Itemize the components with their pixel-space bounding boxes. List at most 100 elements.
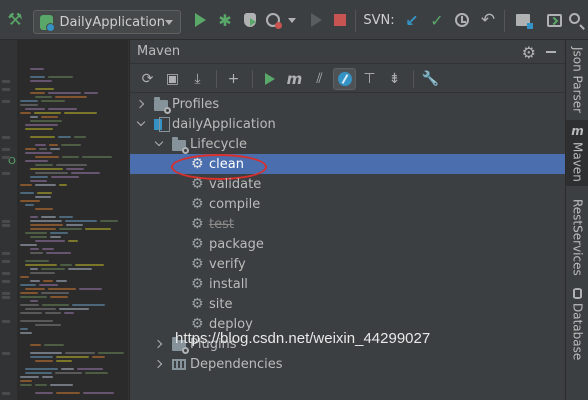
phase-label: validate xyxy=(209,176,262,192)
terminal-button[interactable] xyxy=(544,0,564,40)
gutter-line xyxy=(2,392,10,395)
coverage-icon xyxy=(244,13,256,27)
project-structure-button[interactable] xyxy=(512,0,534,40)
more-run-options-button[interactable] xyxy=(286,0,298,40)
code-line xyxy=(42,304,69,306)
tool-tab-label: RestServices xyxy=(570,198,585,276)
code-line xyxy=(35,360,53,362)
show-dependencies-button[interactable]: ⊤ xyxy=(358,68,381,90)
gear-icon: ⚙ xyxy=(191,276,204,292)
code-line xyxy=(35,384,47,386)
hammer-icon[interactable]: ⚒ xyxy=(4,0,26,40)
toggle-offline-mode-button[interactable]: ⫽ xyxy=(308,68,331,90)
code-line xyxy=(25,124,58,126)
code-line xyxy=(20,384,32,386)
code-line xyxy=(39,284,58,286)
lifecycle-phase-package[interactable]: ⚙ package xyxy=(130,234,566,254)
code-line xyxy=(25,108,45,110)
code-line xyxy=(30,168,63,170)
run-configuration-selector[interactable]: DailyApplication xyxy=(33,10,181,34)
lifecycle-phase-validate[interactable]: ⚙ validate xyxy=(130,174,566,194)
search-everywhere-button[interactable] xyxy=(566,0,586,40)
code-line xyxy=(39,148,47,150)
code-line xyxy=(92,356,105,358)
run-button[interactable] xyxy=(190,0,210,40)
code-line xyxy=(35,392,53,394)
tool-tab-rest-services[interactable]: RestServices xyxy=(566,192,588,282)
code-line xyxy=(20,192,34,194)
code-line xyxy=(25,368,58,370)
svn-history-button[interactable] xyxy=(452,0,472,40)
code-line xyxy=(35,172,68,174)
tool-tab-maven[interactable]: m Maven xyxy=(566,120,588,186)
code-line xyxy=(20,380,32,382)
gutter-line xyxy=(2,280,10,283)
run-maven-build-button[interactable] xyxy=(258,68,281,90)
tool-tab-json-parser[interactable]: Json Parser xyxy=(566,40,588,120)
code-line xyxy=(30,92,45,94)
svn-update-button[interactable]: ↙ xyxy=(402,0,422,40)
chevron-down-icon xyxy=(136,117,146,127)
profiler-icon xyxy=(266,13,282,29)
checkmark-icon: ✓ xyxy=(430,10,444,30)
code-line xyxy=(56,280,67,282)
code-line xyxy=(35,164,53,166)
generate-sources-button[interactable]: ▣ xyxy=(161,68,184,90)
code-line xyxy=(51,176,79,178)
code-line xyxy=(20,328,28,330)
phase-label: package xyxy=(209,236,264,252)
toolbar-separator xyxy=(413,69,414,88)
svn-commit-button[interactable]: ✓ xyxy=(427,0,447,40)
collapse-all-button[interactable]: ⇟ xyxy=(383,68,406,90)
minimize-icon[interactable] xyxy=(546,51,556,53)
code-line xyxy=(25,308,56,310)
code-line xyxy=(64,312,74,314)
code-line xyxy=(25,264,57,266)
code-line xyxy=(25,160,48,162)
lifecycle-phase-test[interactable]: ⚙ test xyxy=(130,214,566,234)
project-structure-icon xyxy=(516,14,533,29)
gear-icon[interactable]: ⚙ xyxy=(522,43,536,62)
code-line xyxy=(71,172,100,174)
code-line xyxy=(50,236,61,238)
maven-settings-button[interactable]: 🔧 xyxy=(419,68,442,90)
code-line xyxy=(37,192,52,194)
code-line xyxy=(35,156,59,158)
code-line xyxy=(20,184,32,186)
run-with-coverage-button[interactable] xyxy=(240,0,260,40)
code-line xyxy=(41,268,65,270)
code-line xyxy=(20,304,39,306)
svn-rollback-button[interactable]: ↶ xyxy=(478,0,498,40)
skip-tests-button[interactable] xyxy=(333,67,356,90)
reload-all-projects-button[interactable]: ⟳ xyxy=(136,68,159,90)
lifecycle-phase-install[interactable]: ⚙ install xyxy=(130,274,566,294)
tree-node-lifecycle[interactable]: Lifecycle xyxy=(130,134,566,154)
plus-icon: + xyxy=(227,70,240,87)
code-editor[interactable]: O xyxy=(0,40,129,400)
code-line xyxy=(30,120,62,122)
stop-button[interactable] xyxy=(331,0,349,40)
download-sources-button[interactable]: ⤓ xyxy=(186,68,209,90)
clock-icon xyxy=(455,13,469,27)
main-toolbar: ⚒ DailyApplication ✱ SVN: ↙ ✓ ↶ xyxy=(0,0,588,40)
rerun-button[interactable] xyxy=(307,0,325,40)
code-line xyxy=(85,372,108,374)
debug-button[interactable]: ✱ xyxy=(214,0,236,40)
lifecycle-phase-compile[interactable]: ⚙ compile xyxy=(130,194,566,214)
add-maven-project-button[interactable]: + xyxy=(222,68,245,90)
code-line xyxy=(30,236,47,238)
tool-tab-database[interactable]: Database xyxy=(566,282,588,366)
code-line xyxy=(50,232,68,234)
profile-button[interactable] xyxy=(262,0,284,40)
code-line xyxy=(42,376,53,378)
lifecycle-phase-verify[interactable]: ⚙ verify xyxy=(130,254,566,274)
tree-node-dependencies[interactable]: Dependencies xyxy=(130,354,566,374)
tree-node-profiles[interactable]: Profiles xyxy=(130,94,566,114)
tree-node-project[interactable]: dailyApplication xyxy=(130,114,566,134)
execute-maven-goal-button[interactable]: m xyxy=(283,68,306,90)
lifecycle-phase-site[interactable]: ⚙ site xyxy=(130,294,566,314)
code-line xyxy=(20,104,38,106)
gear-icon: ⚙ xyxy=(191,256,204,272)
lifecycle-phase-clean[interactable]: ⚙ clean xyxy=(130,154,566,180)
tree-node-label: Lifecycle xyxy=(190,136,248,152)
